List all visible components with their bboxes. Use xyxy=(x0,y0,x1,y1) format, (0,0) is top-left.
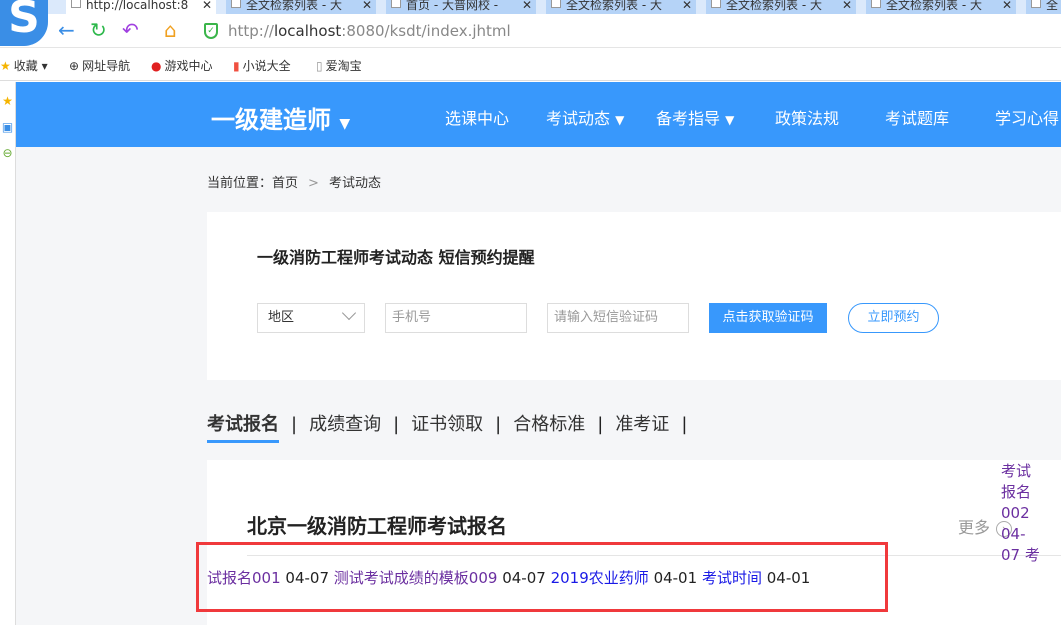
caret-down-icon: ▼ xyxy=(339,116,351,132)
nav-item[interactable]: 选课中心 xyxy=(445,105,509,129)
more-label: 更多 xyxy=(958,518,991,537)
chevron-down-icon xyxy=(341,305,357,321)
section-title: 北京一级消防工程师考试报名 xyxy=(247,514,507,538)
highlight-box xyxy=(196,542,888,612)
page-icon xyxy=(231,0,241,8)
bookmark-taobao[interactable]: ▯ 爱淘宝 xyxy=(316,57,362,74)
bookmark-nav[interactable]: ⊕ 网址导航 xyxy=(69,57,130,74)
bookmark-label: 小说大全 xyxy=(242,59,291,73)
book-icon: ▮ xyxy=(233,59,240,73)
nav-label: 备考指导 xyxy=(656,109,721,128)
browser-tab[interactable]: 全文检索列表 - 大 ✕ xyxy=(226,0,376,14)
refresh-icon[interactable]: ↻ xyxy=(90,20,107,40)
close-icon[interactable]: ✕ xyxy=(682,0,692,11)
star-icon[interactable]: ★ xyxy=(0,94,15,108)
nav-item[interactable]: 学习心得 xyxy=(995,105,1059,129)
phone-input[interactable]: 手机号 xyxy=(385,303,527,333)
undo-icon[interactable]: ↶ xyxy=(122,20,139,40)
browser-tab[interactable]: 全文检索列表 - 大 ✕ xyxy=(546,0,696,14)
page-icon xyxy=(871,0,881,8)
nav-item[interactable]: 政策法规 xyxy=(775,105,839,129)
breadcrumb-current: 考试动态 xyxy=(328,176,381,191)
close-icon[interactable]: ✕ xyxy=(202,0,212,11)
region-select[interactable]: 地区 xyxy=(257,303,365,333)
bookmark-favorites[interactable]: ★ 收藏 ▾ xyxy=(0,57,48,74)
brand-title: 一级建造师 xyxy=(211,106,331,134)
shield-icon: ✓ xyxy=(204,23,218,39)
page-icon xyxy=(71,0,81,8)
browser-tab[interactable]: 全文检索列表 - 大 ✕ xyxy=(866,0,1016,14)
url-path: :8080/ksdt/index.jhtml xyxy=(341,22,511,40)
nav-item[interactable]: 考试动态 ▼ xyxy=(546,105,624,129)
circle-icon[interactable]: ⊖ xyxy=(0,146,15,160)
back-icon[interactable]: ← xyxy=(58,20,75,40)
globe-icon: ⊕ xyxy=(69,59,80,73)
book-now-button[interactable]: 立即预约 xyxy=(848,303,939,333)
tab-scores[interactable]: 成绩查询 xyxy=(309,410,381,440)
page-icon: ▯ xyxy=(316,59,323,73)
tab-title: 全文检索列表 - 大 xyxy=(246,0,342,12)
tab-standard[interactable]: 合格标准 xyxy=(513,410,585,440)
sms-code-input[interactable]: 请输入短信验证码 xyxy=(547,303,689,333)
tab-admission[interactable]: 准考证 xyxy=(615,410,669,440)
browser-tab[interactable]: http://localhost:8 ✕ xyxy=(66,0,216,14)
page-icon xyxy=(551,0,561,8)
browser-tab-bar: http://localhost:8 ✕ 全文检索列表 - 大 ✕ 首页 - 大普网… xyxy=(0,0,1061,14)
bookmarks-bar: ★ 收藏 ▾ ⊕ 网址导航 ● 游戏中心 ▮ 小说大全 ▯ 爱淘宝 xyxy=(0,48,1061,81)
browser-sidebar: ★ ▣ ⊖ xyxy=(0,82,16,625)
browser-tab[interactable]: 全 xyxy=(1026,0,1061,14)
panel-title: 一级消防工程师考试动态 短信预约提醒 xyxy=(257,248,535,267)
region-value: 地区 xyxy=(268,310,295,325)
category-tabs: 考试报名 | 成绩查询 | 证书领取 | 合格标准 | 准考证 | xyxy=(207,410,699,443)
bookmark-label: 收藏 xyxy=(13,59,38,73)
screen-icon[interactable]: ▣ xyxy=(0,120,15,134)
close-icon[interactable]: ✕ xyxy=(842,0,852,11)
nav-item[interactable]: 备考指导 ▼ xyxy=(656,105,734,129)
tab-title: 首页 - 大普网校 - xyxy=(406,0,499,12)
page-icon xyxy=(711,0,721,8)
bookmark-games[interactable]: ● 游戏中心 xyxy=(151,57,213,74)
url-prefix: http:// xyxy=(228,22,274,40)
caret-down-icon: ▼ xyxy=(615,113,625,127)
browser-toolbar: ← ↻ ↶ ⌂ ✓ http://localhost:8080/ksdt/ind… xyxy=(0,14,1061,48)
tab-title: 全 xyxy=(1046,0,1059,12)
brand-dropdown[interactable]: 一级建造师 ▼ xyxy=(211,100,350,135)
breadcrumb: 当前位置：首页 > 考试动态 xyxy=(207,172,381,191)
browser-tab[interactable]: 全文检索列表 - 大 ✕ xyxy=(706,0,856,14)
bookmark-novels[interactable]: ▮ 小说大全 xyxy=(233,57,291,74)
breadcrumb-home[interactable]: 首页 xyxy=(272,176,298,191)
star-icon: ★ xyxy=(0,59,11,73)
tab-title: 全文检索列表 - 大 xyxy=(726,0,822,12)
nav-item[interactable]: 考试题库 xyxy=(885,105,949,129)
tab-title: 全文检索列表 - 大 xyxy=(886,0,982,12)
breadcrumb-label: 当前位置： xyxy=(207,176,273,191)
page-icon xyxy=(391,0,401,8)
game-icon: ● xyxy=(151,59,162,73)
home-icon[interactable]: ⌂ xyxy=(164,20,177,40)
bookmark-label: 网址导航 xyxy=(82,59,131,73)
sms-reminder-panel: 一级消防工程师考试动态 短信预约提醒 地区 手机号 请输入短信验证码 点击获取验… xyxy=(207,212,1061,380)
tab-registration[interactable]: 考试报名 xyxy=(207,410,279,443)
browser-tab[interactable]: 首页 - 大普网校 - ✕ xyxy=(386,0,536,14)
close-icon[interactable]: ✕ xyxy=(1002,0,1012,11)
caret-down-icon: ▼ xyxy=(725,113,735,127)
breadcrumb-separator: > xyxy=(308,176,319,191)
overflow-list-item[interactable]: 考试报名002 04-07 考 xyxy=(1001,461,1041,566)
tab-title: http://localhost:8 xyxy=(86,0,189,12)
address-bar[interactable]: http://localhost:8080/ksdt/index.jhtml xyxy=(228,22,511,40)
nav-label: 考试动态 xyxy=(546,109,611,128)
page-icon xyxy=(1031,0,1041,8)
site-header: 一级建造师 ▼ 选课中心 考试动态 ▼ 备考指导 ▼ 政策法规 考试题库 学习心… xyxy=(16,82,1061,147)
bookmark-label: 游戏中心 xyxy=(164,59,213,73)
url-host: localhost xyxy=(273,22,342,40)
get-code-button[interactable]: 点击获取验证码 xyxy=(709,303,827,333)
tab-title: 全文检索列表 - 大 xyxy=(566,0,662,12)
close-icon[interactable]: ✕ xyxy=(362,0,372,11)
bookmark-label: 爱淘宝 xyxy=(325,59,362,73)
tab-certificate[interactable]: 证书领取 xyxy=(411,410,483,440)
close-icon[interactable]: ✕ xyxy=(522,0,532,11)
